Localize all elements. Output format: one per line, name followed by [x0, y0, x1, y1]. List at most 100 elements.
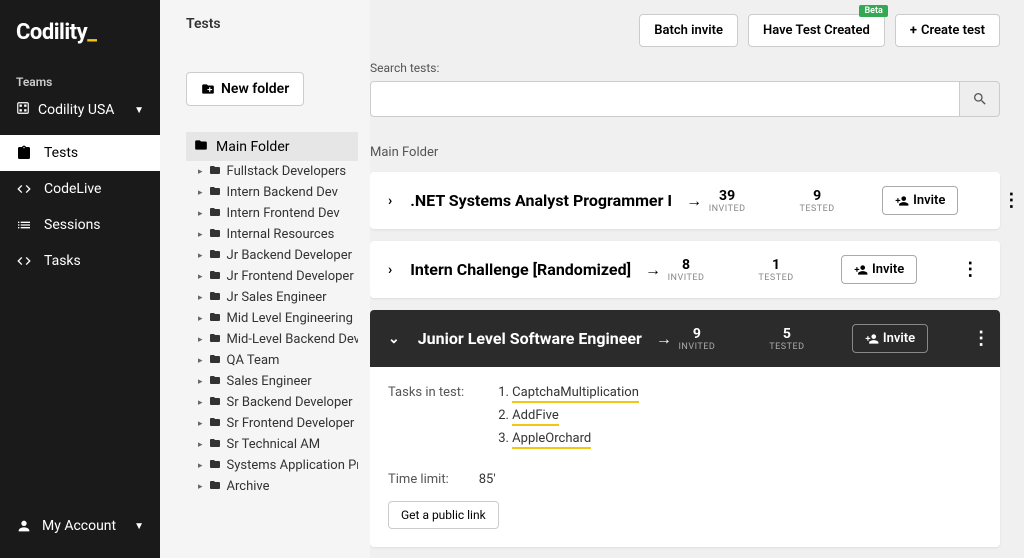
caret-right-icon: ▸: [198, 461, 203, 471]
code-icon: [16, 181, 32, 197]
open-test-arrow-icon[interactable]: →: [656, 329, 672, 349]
caret-right-icon: ▸: [198, 188, 203, 198]
sidebar: Codility_ Teams Codility USA ▼ Tests Cod…: [0, 0, 160, 558]
new-folder-label: New folder: [221, 81, 289, 97]
breadcrumb[interactable]: Main Folder: [370, 145, 1000, 160]
open-test-arrow-icon[interactable]: →: [645, 260, 661, 280]
folder-item[interactable]: ▸ Mid-Level Backend Dev...: [198, 329, 358, 350]
more-icon[interactable]: ⋮: [957, 259, 982, 280]
folder-label: Intern Frontend Dev: [227, 206, 340, 221]
folder-item[interactable]: ▸ Fullstack Developers: [198, 161, 358, 182]
folder-icon: [209, 248, 221, 263]
user-icon: [16, 518, 32, 534]
clipboard-icon: [16, 145, 32, 161]
add-user-icon: [865, 332, 879, 346]
task-link[interactable]: CaptchaMultiplication: [512, 385, 639, 403]
main-folder[interactable]: Main Folder: [186, 132, 358, 161]
task-link[interactable]: AddFive: [512, 408, 559, 426]
logo-text: Codility: [16, 20, 87, 45]
caret-right-icon: ▸: [198, 230, 203, 240]
test-body: Tasks in test: CaptchaMultiplicationAddF…: [370, 367, 1000, 547]
tested-label: TESTED: [792, 204, 842, 214]
more-icon[interactable]: ⋮: [968, 328, 993, 349]
folder-label: Systems Application Pr...: [227, 458, 358, 473]
folder-item[interactable]: ▸ Sr Backend Developer: [198, 392, 358, 413]
folder-item[interactable]: ▸ Systems Application Pr...: [198, 455, 358, 476]
invite-button[interactable]: Invite: [841, 255, 917, 284]
folder-icon: [209, 353, 221, 368]
list-icon: [16, 217, 32, 233]
task-list: CaptchaMultiplication AddFive AppleOrchard: [494, 385, 639, 454]
folder-label: Mid-Level Backend Dev...: [227, 332, 358, 347]
expand-chevron-icon[interactable]: ›: [388, 193, 392, 209]
account-menu[interactable]: My Account ▼: [0, 502, 160, 558]
caret-right-icon: ▸: [198, 356, 203, 366]
add-user-icon: [854, 263, 868, 277]
nav-tests[interactable]: Tests: [0, 135, 160, 171]
invited-count: 39: [702, 188, 752, 204]
nav-label: Sessions: [44, 217, 101, 233]
invite-button[interactable]: Invite: [852, 324, 928, 353]
task-item: AddFive: [512, 408, 639, 423]
main-folder-label: Main Folder: [216, 139, 290, 155]
invited-count: 8: [661, 257, 711, 273]
expand-chevron-icon[interactable]: ›: [388, 262, 392, 278]
search-input[interactable]: [370, 81, 960, 117]
more-icon[interactable]: ⋮: [998, 190, 1023, 211]
logo[interactable]: Codility_: [0, 0, 160, 65]
nav-codelive[interactable]: CodeLive: [0, 171, 160, 207]
public-link-button[interactable]: Get a public link: [388, 501, 499, 529]
folder-item[interactable]: ▸ Archive: [198, 476, 358, 497]
task-link[interactable]: AppleOrchard: [512, 431, 591, 449]
test-card: › .NET Systems Analyst Programmer I → 39…: [370, 172, 1000, 229]
tested-count: 5: [762, 326, 812, 342]
folder-icon: [209, 290, 221, 305]
create-test-button[interactable]: + Create test: [895, 14, 1000, 47]
folder-item[interactable]: ▸ Internal Resources: [198, 224, 358, 245]
folder-item[interactable]: ▸ Intern Frontend Dev: [198, 203, 358, 224]
folder-label: Sales Engineer: [227, 374, 312, 389]
brackets-icon: [16, 253, 32, 269]
nav-sessions[interactable]: Sessions: [0, 207, 160, 243]
folder-item[interactable]: ▸ Jr Sales Engineer: [198, 287, 358, 308]
folder-icon: [209, 332, 221, 347]
batch-invite-button[interactable]: Batch invite: [639, 14, 738, 47]
add-user-icon: [895, 194, 909, 208]
folder-panel: Tests New folder Main Folder ▸ Fullstack…: [160, 0, 370, 558]
new-folder-button[interactable]: New folder: [186, 72, 304, 106]
open-test-arrow-icon[interactable]: →: [686, 191, 702, 211]
invited-label: INVITED: [672, 342, 722, 352]
test-card: ⌄ Junior Level Software Engineer → 9 INV…: [370, 310, 1000, 547]
test-header: › Intern Challenge [Randomized] → 8 INVI…: [370, 241, 1000, 298]
folder-item[interactable]: ▸ Intern Backend Dev: [198, 182, 358, 203]
folder-item[interactable]: ▸ Mid Level Engineering: [198, 308, 358, 329]
folder-list: ▸ Fullstack Developers▸ Intern Backend D…: [186, 161, 358, 497]
expand-chevron-icon[interactable]: ⌄: [388, 331, 400, 347]
search-button[interactable]: [960, 81, 1000, 117]
folder-item[interactable]: ▸ Sr Technical AM: [198, 434, 358, 455]
plus-icon: +: [910, 23, 917, 38]
folder-item[interactable]: ▸ QA Team: [198, 350, 358, 371]
folder-icon: [209, 437, 221, 452]
invited-label: INVITED: [661, 273, 711, 283]
invited-stat: 39 INVITED: [702, 188, 752, 214]
have-test-created-button[interactable]: Beta Have Test Created: [748, 14, 885, 47]
nav-label: CodeLive: [44, 181, 101, 197]
folder-icon: [209, 269, 221, 284]
folder-item[interactable]: ▸ Jr Frontend Developer: [198, 266, 358, 287]
nav-tasks[interactable]: Tasks: [0, 243, 160, 279]
team-selector[interactable]: Codility USA ▼: [0, 93, 160, 135]
invited-stat: 8 INVITED: [661, 257, 711, 283]
folder-item[interactable]: ▸ Jr Backend Developer: [198, 245, 358, 266]
test-card: › Intern Challenge [Randomized] → 8 INVI…: [370, 241, 1000, 298]
logo-cursor: _: [87, 20, 96, 45]
test-stats: 39 INVITED 9 TESTED Invite ⋮: [702, 186, 1023, 215]
folder-item[interactable]: ▸ Sales Engineer: [198, 371, 358, 392]
folder-item[interactable]: ▸ Sr Frontend Developer: [198, 413, 358, 434]
invite-button[interactable]: Invite: [882, 186, 958, 215]
folder-label: Sr Technical AM: [227, 437, 321, 452]
btn-label: Create test: [921, 23, 985, 38]
folder-label: Jr Frontend Developer: [227, 269, 354, 284]
main-area: Batch invite Beta Have Test Created + Cre…: [370, 0, 1024, 558]
folder-icon: [209, 416, 221, 431]
